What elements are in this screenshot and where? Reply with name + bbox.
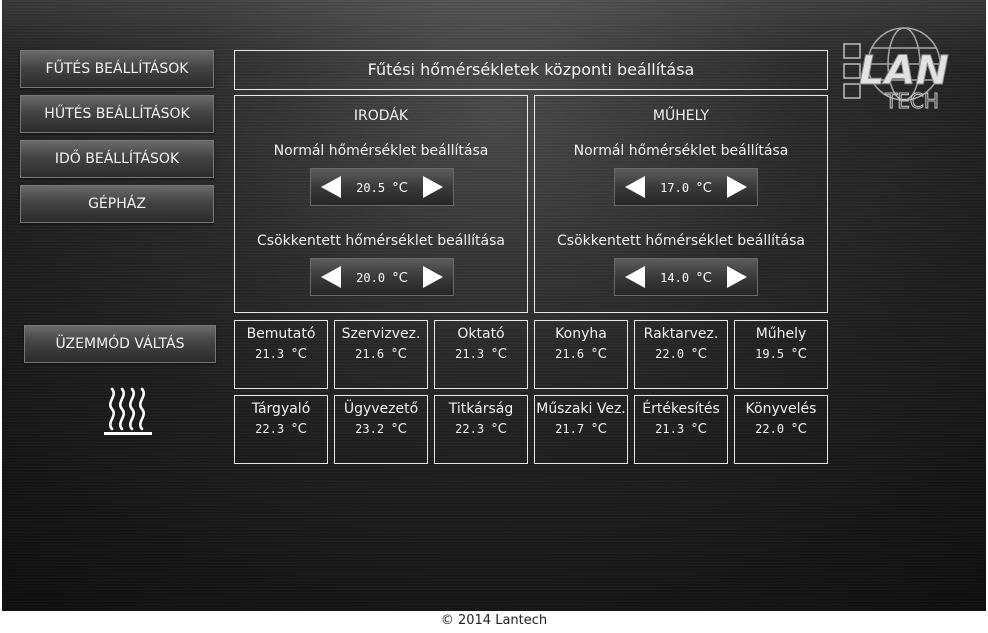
- reduced-temp-stepper: 14.0 °C: [614, 258, 758, 296]
- reduced-temp-stepper: 20.0 °C: [310, 258, 454, 296]
- temp-value-display: 14.0 °C: [653, 259, 719, 295]
- temp-value: 17.0: [660, 181, 690, 195]
- room-name: Könyvelés: [745, 401, 817, 417]
- room-tile[interactable]: Oktató 21.3 °C: [434, 320, 528, 389]
- room-tile[interactable]: Könyvelés 22.0 °C: [734, 395, 828, 464]
- room-temp: 21.7 °C: [555, 422, 607, 437]
- temp-value-display: 20.5 °C: [349, 169, 415, 205]
- zone-workshop-panel: MŰHELY Normál hőmérséklet beállítása 17.…: [534, 95, 828, 313]
- machine-room-button[interactable]: GÉPHÁZ: [20, 185, 214, 223]
- room-temp: 23.2 °C: [355, 422, 407, 437]
- zone-offices-panel: IRODÁK Normál hőmérséklet beállítása 20.…: [234, 95, 528, 313]
- decrease-arrow-icon[interactable]: [619, 259, 651, 295]
- room-tile[interactable]: Bemutató 21.3 °C: [234, 320, 328, 389]
- room-name: Műszaki Vez.: [536, 401, 626, 417]
- heating-settings-button[interactable]: FŰTÉS BEÁLLÍTÁSOK: [20, 50, 214, 88]
- room-tile[interactable]: Szervizvez. 21.6 °C: [334, 320, 428, 389]
- room-tile[interactable]: Műhely 19.5 °C: [734, 320, 828, 389]
- normal-temp-label: Normál hőmérséklet beállítása: [573, 143, 789, 159]
- room-name: Tárgyaló: [251, 401, 311, 417]
- page-title: Fűtési hőmérsékletek központi beállítása: [234, 50, 828, 90]
- room-temp: 22.3 °C: [255, 422, 307, 437]
- room-tile[interactable]: Konyha 21.6 °C: [534, 320, 628, 389]
- increase-arrow-icon[interactable]: [417, 259, 449, 295]
- temp-unit: °C: [392, 181, 408, 196]
- time-settings-button[interactable]: IDŐ BEÁLLÍTÁSOK: [20, 140, 214, 178]
- decrease-arrow-icon[interactable]: [315, 169, 347, 205]
- reduced-temp-label: Csökkentett hőmérséklet beállítása: [557, 233, 805, 249]
- temp-value: 20.5: [356, 181, 386, 195]
- temp-unit: °C: [696, 271, 712, 286]
- room-temp: 22.0 °C: [655, 347, 707, 362]
- cooling-settings-button[interactable]: HŰTÉS BEÁLLÍTÁSOK: [20, 95, 214, 133]
- normal-temp-stepper: 17.0 °C: [614, 168, 758, 206]
- decrease-arrow-icon[interactable]: [315, 259, 347, 295]
- temp-value: 14.0: [660, 271, 690, 285]
- zone-title: MŰHELY: [652, 108, 710, 124]
- increase-arrow-icon[interactable]: [417, 169, 449, 205]
- temp-value-display: 20.0 °C: [349, 259, 415, 295]
- room-tile[interactable]: Ügyvezető 23.2 °C: [334, 395, 428, 464]
- room-temp: 21.3 °C: [455, 347, 507, 362]
- room-temp: 21.6 °C: [555, 347, 607, 362]
- room-name: Raktarvez.: [643, 326, 719, 342]
- normal-temp-label: Normál hőmérséklet beállítása: [273, 143, 489, 159]
- zone-title: IRODÁK: [353, 108, 409, 124]
- room-temp: 21.3 °C: [255, 347, 307, 362]
- room-temp: 21.6 °C: [355, 347, 407, 362]
- mode-switch-button[interactable]: ÜZEMMÓD VÁLTÁS: [24, 325, 216, 363]
- normal-temp-stepper: 20.5 °C: [310, 168, 454, 206]
- logo-tech-text: TECH: [884, 89, 939, 113]
- copyright-footer: © 2014 Lantech: [440, 613, 548, 628]
- increase-arrow-icon[interactable]: [721, 259, 753, 295]
- room-name: Értékesítés: [642, 401, 720, 417]
- room-temp: 22.3 °C: [455, 422, 507, 437]
- main-screen: FŰTÉS BEÁLLÍTÁSOK HŰTÉS BEÁLLÍTÁSOK IDŐ …: [2, 0, 986, 611]
- temp-value: 20.0: [356, 271, 386, 285]
- room-tile[interactable]: Raktarvez. 22.0 °C: [634, 320, 728, 389]
- room-name: Oktató: [457, 326, 505, 342]
- heating-icon: [104, 387, 152, 435]
- temp-unit: °C: [696, 181, 712, 196]
- decrease-arrow-icon[interactable]: [619, 169, 651, 205]
- room-name: Műhely: [755, 326, 807, 342]
- room-tile[interactable]: Műszaki Vez. 21.7 °C: [534, 395, 628, 464]
- room-tile[interactable]: Tárgyaló 22.3 °C: [234, 395, 328, 464]
- room-tile[interactable]: Titkárság 22.3 °C: [434, 395, 528, 464]
- temp-value-display: 17.0 °C: [653, 169, 719, 205]
- room-name: Szervizvez.: [341, 326, 421, 342]
- temp-unit: °C: [392, 271, 408, 286]
- room-temp: 22.0 °C: [755, 422, 807, 437]
- room-name: Ügyvezető: [343, 401, 419, 417]
- room-tile[interactable]: Értékesítés 21.3 °C: [634, 395, 728, 464]
- room-temp: 19.5 °C: [755, 347, 807, 362]
- room-name: Titkárság: [448, 401, 514, 417]
- logo-lan-text: LAN: [859, 48, 949, 94]
- room-name: Konyha: [555, 326, 607, 342]
- reduced-temp-label: Csökkentett hőmérséklet beállítása: [257, 233, 505, 249]
- increase-arrow-icon[interactable]: [721, 169, 753, 205]
- room-name: Bemutató: [246, 326, 316, 342]
- room-temp: 21.3 °C: [655, 422, 707, 437]
- lantech-logo: LAN TECH: [842, 24, 960, 114]
